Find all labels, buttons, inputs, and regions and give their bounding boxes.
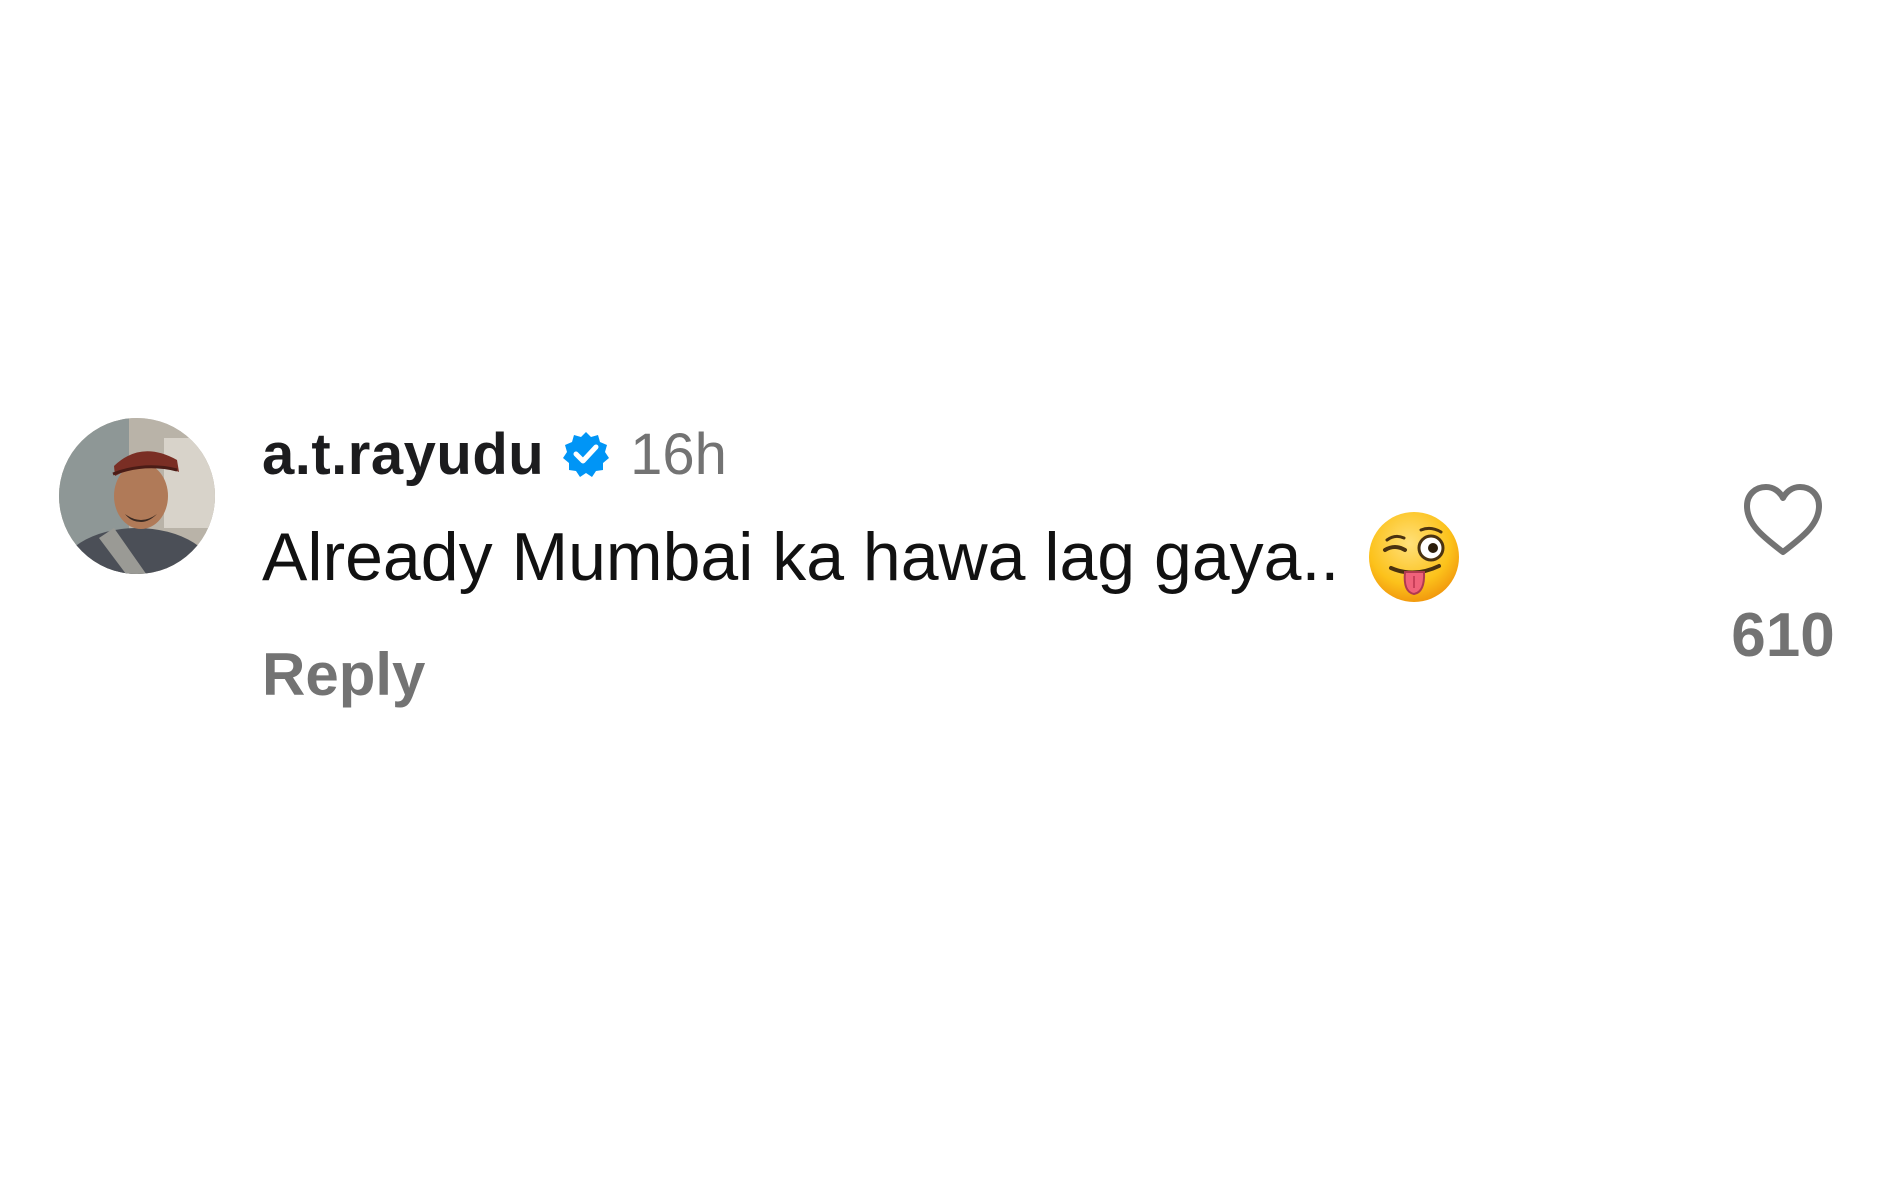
avatar[interactable]: [59, 418, 215, 574]
comment-item: a.t.rayudu 16h Already Mumbai ka hawa la…: [0, 0, 1900, 1200]
username[interactable]: a.t.rayudu: [262, 421, 544, 488]
comment-text: Already Mumbai ka hawa lag gaya..: [262, 519, 1340, 595]
comment-body: Already Mumbai ka hawa lag gaya..: [262, 512, 1461, 602]
timestamp: 16h: [630, 421, 727, 487]
heart-outline-icon[interactable]: [1742, 482, 1824, 558]
winking-face-with-tongue-icon: [1367, 510, 1461, 604]
like-count: 610: [1731, 601, 1835, 670]
comment-header: a.t.rayudu 16h: [262, 418, 727, 490]
avatar-photo: [59, 418, 215, 574]
verified-badge-icon: [562, 430, 610, 478]
reply-button[interactable]: Reply: [262, 640, 425, 709]
